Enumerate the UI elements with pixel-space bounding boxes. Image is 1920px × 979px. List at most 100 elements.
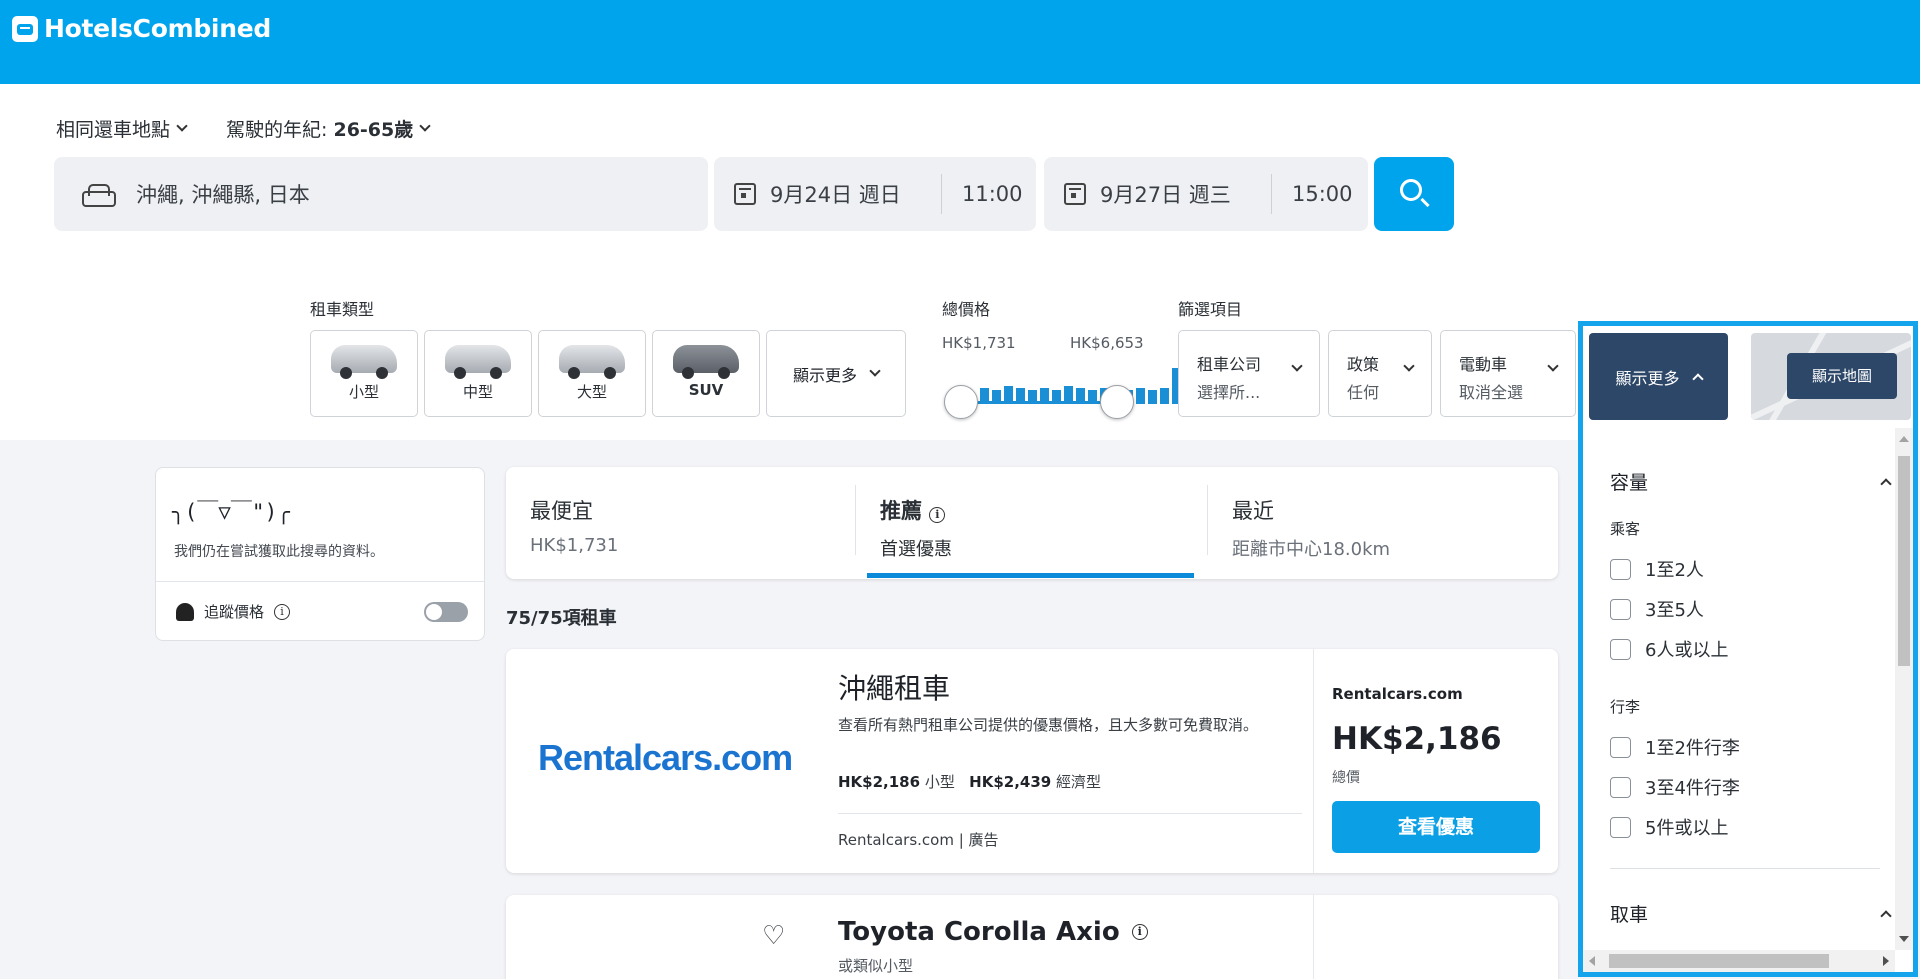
info-icon[interactable]: i	[1131, 924, 1148, 940]
checkbox[interactable]	[1610, 638, 1631, 660]
info-icon[interactable]: i	[274, 603, 291, 620]
passenger-option-3-5[interactable]: 3至5人	[1610, 596, 1704, 622]
chevron-up-icon[interactable]	[1880, 478, 1892, 490]
car-icon	[82, 183, 116, 207]
location-value: 沖繩, 沖繩縣, 日本	[136, 183, 310, 207]
location-input[interactable]: 沖繩, 沖繩縣, 日本	[54, 157, 708, 231]
price-min: HK$1,731	[942, 334, 1016, 352]
view-deal-button[interactable]: 查看優惠	[1332, 801, 1540, 853]
info-icon: i	[929, 507, 946, 523]
heart-icon[interactable]: ♡	[762, 921, 785, 951]
ev-filter[interactable]: 電動車 取消全選	[1440, 330, 1576, 417]
chevron-up-icon	[1691, 372, 1704, 385]
horizontal-scrollbar[interactable]	[1583, 950, 1895, 972]
scroll-thumb[interactable]	[1609, 954, 1829, 968]
scroll-thumb[interactable]	[1898, 456, 1910, 666]
car-type-small[interactable]: 小型	[310, 330, 418, 417]
result-subtitle: 或類似小型	[838, 957, 914, 975]
luggage-label: 行李	[1610, 698, 1641, 716]
divider	[1313, 649, 1314, 873]
luggage-option-5-plus[interactable]: 5件或以上	[1610, 814, 1728, 840]
car-type-large-label: 大型	[576, 383, 607, 401]
search-button[interactable]	[1374, 157, 1454, 231]
histogram-bar	[1160, 388, 1169, 404]
pickup-date-field[interactable]: 9月24日 週日	[714, 174, 942, 214]
policy-filter[interactable]: 政策 任何	[1328, 330, 1432, 417]
bell-icon	[176, 602, 194, 621]
active-tab-indicator	[867, 573, 1194, 578]
car-type-suv-label: SUV	[688, 381, 724, 399]
results-count: 75/75項租車	[506, 608, 617, 629]
rental-company-value: 選擇所...	[1197, 383, 1261, 402]
chevron-down-icon	[869, 365, 881, 377]
result-card[interactable]: Rentalcars.com 沖繩租車 查看所有熱門租車公司提供的優惠價格，且大…	[506, 649, 1558, 873]
total-label: 總價	[1332, 770, 1360, 786]
provider-name: Rentalcars.com	[1332, 685, 1463, 703]
passenger-option-6-plus[interactable]: 6人或以上	[1610, 636, 1728, 662]
dropoff-date-field[interactable]: 9月27日 週三	[1044, 174, 1272, 214]
car-image	[445, 345, 511, 379]
track-price-label: 追蹤價格	[204, 603, 265, 621]
scroll-left-arrow-icon[interactable]	[1589, 956, 1595, 966]
hotelscombined-logo[interactable]: HotelsCombined	[12, 14, 271, 43]
price-slider-max-handle[interactable]	[1100, 385, 1134, 419]
tab-recommended[interactable]: 推薦 i 首選優惠	[880, 495, 952, 561]
luggage-option-1-2[interactable]: 1至2件行李	[1610, 734, 1740, 760]
price-slider-min-handle[interactable]	[944, 385, 978, 419]
scroll-right-arrow-icon[interactable]	[1883, 956, 1889, 966]
passengers-label: 乘客	[1610, 520, 1641, 538]
status-card: ╮(￣▽￣")╭ 我們仍在嘗試獲取此搜尋的資料。 追蹤價格 i	[155, 467, 485, 641]
histogram-bar	[1136, 388, 1145, 404]
result-card[interactable]: ♡ Toyota Corolla Axio i 或類似小型	[506, 895, 1558, 979]
return-location-dropdown[interactable]: 相同還車地點	[56, 115, 188, 142]
car-image	[673, 345, 739, 379]
result-price-breakdown: HK$2,186 小型 HK$2,439 經濟型	[838, 773, 1102, 791]
scroll-down-arrow-icon[interactable]	[1899, 936, 1909, 942]
pickup-datetime: 9月24日 週日 11:00	[714, 157, 1036, 231]
driver-age-label: 駕駛的年紀: 26-65歲	[226, 119, 414, 141]
price-filter-label: 總價格	[942, 300, 991, 319]
passenger-option-1-2[interactable]: 1至2人	[1610, 556, 1704, 582]
car-type-large[interactable]: 大型	[538, 330, 646, 417]
tab-recommended-title: 推薦 i	[880, 495, 952, 525]
divider	[838, 813, 1302, 814]
checkbox[interactable]	[1610, 736, 1631, 758]
luggage-option-3-4[interactable]: 3至4件行李	[1610, 774, 1740, 800]
divider	[1313, 895, 1314, 979]
map-thumbnail[interactable]: 顯示地圖	[1751, 333, 1911, 420]
vertical-scrollbar[interactable]	[1895, 428, 1913, 950]
car-type-small-label: 小型	[348, 383, 379, 401]
divider	[1610, 868, 1880, 869]
dropoff-time: 15:00	[1292, 182, 1353, 206]
dropoff-time-field[interactable]: 15:00	[1272, 182, 1353, 206]
show-more-button[interactable]: 顯示更多	[1589, 333, 1728, 420]
show-map-button[interactable]: 顯示地圖	[1787, 353, 1897, 399]
histogram-bar	[1148, 390, 1157, 404]
filters-label: 篩選項目	[1178, 300, 1243, 319]
checkbox[interactable]	[1610, 558, 1631, 580]
result-title: 沖繩租車	[838, 672, 951, 705]
pickup-time-field[interactable]: 11:00	[942, 182, 1023, 206]
car-type-medium[interactable]: 中型	[424, 330, 532, 417]
scroll-up-arrow-icon[interactable]	[1899, 436, 1909, 442]
result-source: Rentalcars.com | 廣告	[838, 831, 999, 849]
tab-recommended-sub: 首選優惠	[880, 539, 952, 560]
car-type-suv[interactable]: SUV	[652, 330, 760, 417]
show-more-label: 顯示更多	[1615, 368, 1680, 388]
track-price-toggle[interactable]	[424, 602, 468, 622]
chevron-down-icon	[419, 120, 431, 132]
chevron-up-icon[interactable]	[1880, 910, 1892, 922]
pickup-section-title[interactable]: 取車	[1610, 900, 1648, 927]
tab-cheapest[interactable]: 最便宜 HK$1,731	[530, 495, 618, 556]
brand-icon	[12, 15, 38, 42]
checkbox[interactable]	[1610, 816, 1631, 838]
checkbox[interactable]	[1610, 776, 1631, 798]
car-type-more-button[interactable]: 顯示更多	[766, 330, 906, 417]
driver-age-dropdown[interactable]: 駕駛的年紀: 26-65歲	[226, 115, 431, 142]
tab-separator	[1207, 485, 1208, 555]
checkbox[interactable]	[1610, 598, 1631, 620]
tab-nearest[interactable]: 最近 距離市中心18.0km	[1232, 495, 1390, 561]
ev-title: 電動車	[1459, 355, 1508, 374]
capacity-section-title[interactable]: 容量	[1610, 468, 1648, 495]
rental-company-filter[interactable]: 租車公司 選擇所...	[1178, 330, 1320, 417]
